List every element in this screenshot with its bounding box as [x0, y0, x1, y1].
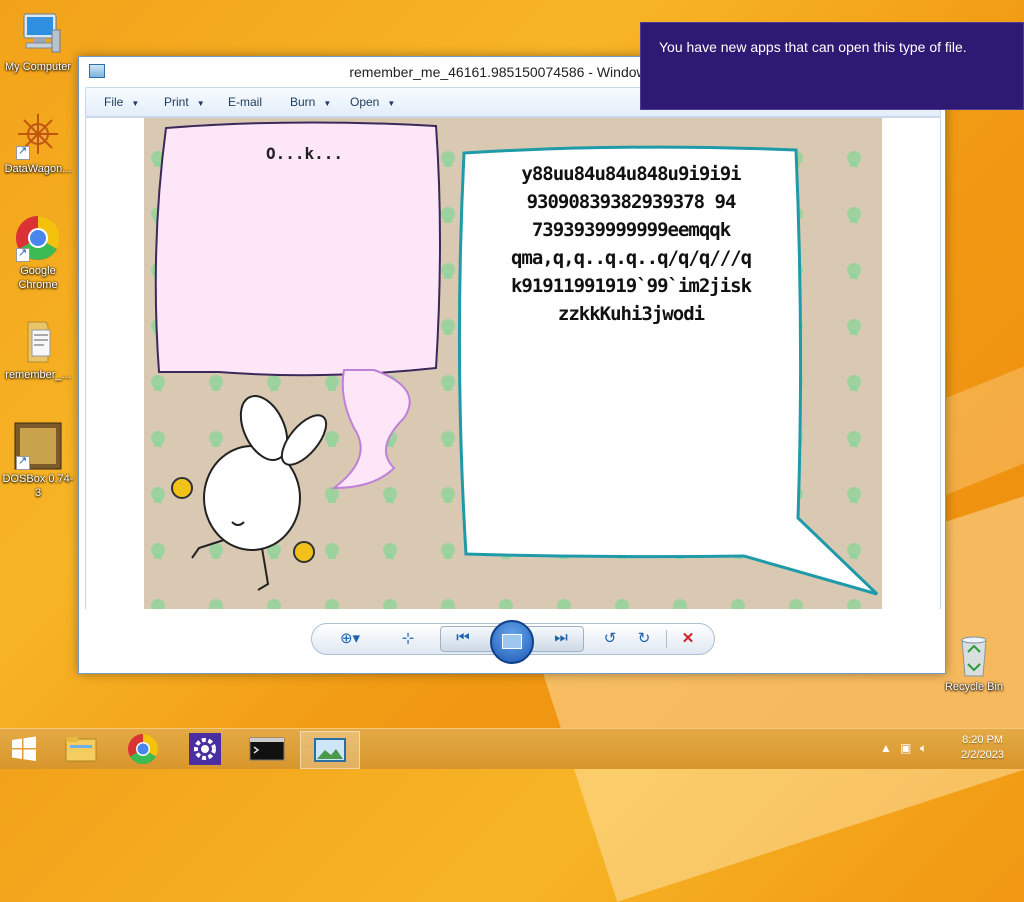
- desktop-icon-folder[interactable]: remember_...: [0, 318, 76, 382]
- menu-burn-label: Burn: [290, 95, 316, 109]
- bubble-text-line: k91911991919`99`im2jisk: [510, 275, 752, 297]
- bubble-text-line: 7393939999999eemqqk: [531, 219, 731, 241]
- desktop-icon-label: Recycle Bin: [944, 681, 1004, 693]
- taskbar-chrome[interactable]: [114, 731, 172, 767]
- bubble-text-line: zzkkKuhi3jwodi: [557, 303, 705, 325]
- desktop-icon-label: Google Chrome: [18, 265, 58, 291]
- desktop-icon-recycle-bin[interactable]: Recycle Bin: [936, 630, 1012, 694]
- next-icon[interactable]: ⏭: [549, 627, 573, 649]
- file-explorer-icon: [65, 737, 97, 762]
- left-bubble-text: O...k...: [266, 144, 344, 163]
- fit-icon[interactable]: ⊹: [396, 628, 420, 650]
- menu-open[interactable]: Open ▼: [350, 95, 395, 109]
- clock-time: 8:20 PM: [962, 734, 1004, 746]
- right-bubble-text: y88uu84u84u848u9i9i9i 93090839382939378 …: [466, 160, 796, 328]
- chrome-icon: [14, 214, 62, 262]
- desktop-icon-label: DataWagon...: [4, 163, 72, 175]
- photo-viewer-window: remember_me_46161.985150074586 - Windows…: [78, 56, 946, 674]
- system-tray: ▲ ▣ 🔈︎ 8:20 PM 2/2/2023: [864, 729, 1024, 769]
- datawagon-icon: [14, 112, 62, 160]
- menu-burn[interactable]: Burn ▼: [290, 95, 331, 109]
- clock-date: 2/2/2023: [961, 749, 1004, 761]
- command-prompt-icon: [249, 737, 285, 761]
- menu-email-label: E-mail: [228, 95, 263, 109]
- notification-text: You have new apps that can open this typ…: [659, 39, 967, 55]
- start-button[interactable]: [0, 731, 48, 767]
- shortcut-arrow-icon: [16, 144, 30, 160]
- photo-viewer-icon: [314, 738, 346, 762]
- delete-icon[interactable]: ✕: [676, 628, 700, 650]
- menu-open-label: Open: [350, 95, 380, 109]
- volume-icon[interactable]: 🔈︎: [920, 741, 927, 756]
- show-hidden-icons-icon[interactable]: ▲: [880, 741, 892, 755]
- clock[interactable]: 8:20 PM 2/2/2023: [961, 733, 1004, 763]
- recycle-bin-icon: [950, 630, 998, 678]
- slideshow-icon[interactable]: [490, 620, 534, 664]
- displayed-image: O...k... y88uu84u84u848u9i9i9i 930908393…: [144, 118, 882, 609]
- taskbar-photo-viewer[interactable]: [300, 731, 360, 769]
- taskbar-file-explorer[interactable]: [52, 731, 110, 767]
- taskbar: ▲ ▣ 🔈︎ 8:20 PM 2/2/2023: [0, 728, 1024, 769]
- chevron-down-icon: ▼: [323, 99, 332, 108]
- desktop-icon-label: My Computer: [4, 61, 72, 73]
- bubble-text-line: qma,q,q..q.q..q/q/q///q: [510, 247, 752, 269]
- previous-icon[interactable]: ⏮: [451, 627, 475, 649]
- bubble-text-line: y88uu84u84u848u9i9i9i: [521, 163, 741, 185]
- taskbar-command-prompt[interactable]: [238, 731, 296, 767]
- control-divider: [666, 630, 667, 648]
- shortcut-arrow-icon: [16, 246, 30, 262]
- folder-icon: [14, 318, 62, 366]
- menu-file-label: File: [104, 95, 124, 109]
- chrome-icon: [128, 734, 159, 765]
- computer-icon: [14, 10, 62, 58]
- desktop-icon-chrome[interactable]: Google Chrome: [0, 214, 76, 292]
- chevron-down-icon: ▼: [131, 99, 140, 108]
- desktop-icon-label: remember_...: [5, 369, 71, 381]
- shortcut-arrow-icon: [16, 454, 30, 470]
- desktop-icon-datawagon[interactable]: DataWagon...: [0, 112, 76, 176]
- menu-file[interactable]: File ▼: [104, 95, 139, 109]
- taskbar-settings[interactable]: [176, 731, 234, 767]
- slideshow-screen: [502, 634, 522, 649]
- network-icon[interactable]: ▣: [900, 741, 911, 755]
- bubble-text-line: 93090839382939378 94: [526, 191, 737, 213]
- menu-email[interactable]: E-mail: [228, 95, 262, 109]
- rotate-cw-icon[interactable]: ↻: [632, 628, 656, 650]
- desktop-icon-dosbox[interactable]: DOSBox 0.74-3: [0, 422, 76, 500]
- image-viewport: O...k... y88uu84u84u848u9i9i9i 930908393…: [85, 117, 941, 610]
- chevron-down-icon: ▼: [387, 99, 396, 108]
- settings-icon: [189, 733, 221, 765]
- desktop-icon-my-computer[interactable]: My Computer: [0, 10, 76, 74]
- dosbox-icon: [14, 422, 62, 470]
- control-pill: ⊕▾ ⊹ ⏮ ⏭ ↺ ↻ ✕: [311, 620, 715, 664]
- notification-toast[interactable]: You have new apps that can open this typ…: [640, 22, 1024, 110]
- menu-print[interactable]: Print ▼: [164, 95, 205, 109]
- windows-logo-icon: [12, 736, 36, 761]
- rotate-ccw-icon[interactable]: ↺: [598, 628, 622, 650]
- desktop-icon-label: DOSBox 0.74-3: [2, 473, 74, 499]
- chevron-down-icon: ▼: [196, 99, 205, 108]
- menu-print-label: Print: [164, 95, 189, 109]
- zoom-icon[interactable]: ⊕▾: [338, 628, 362, 650]
- control-bar: ⊕▾ ⊹ ⏮ ⏭ ↺ ↻ ✕: [79, 609, 945, 673]
